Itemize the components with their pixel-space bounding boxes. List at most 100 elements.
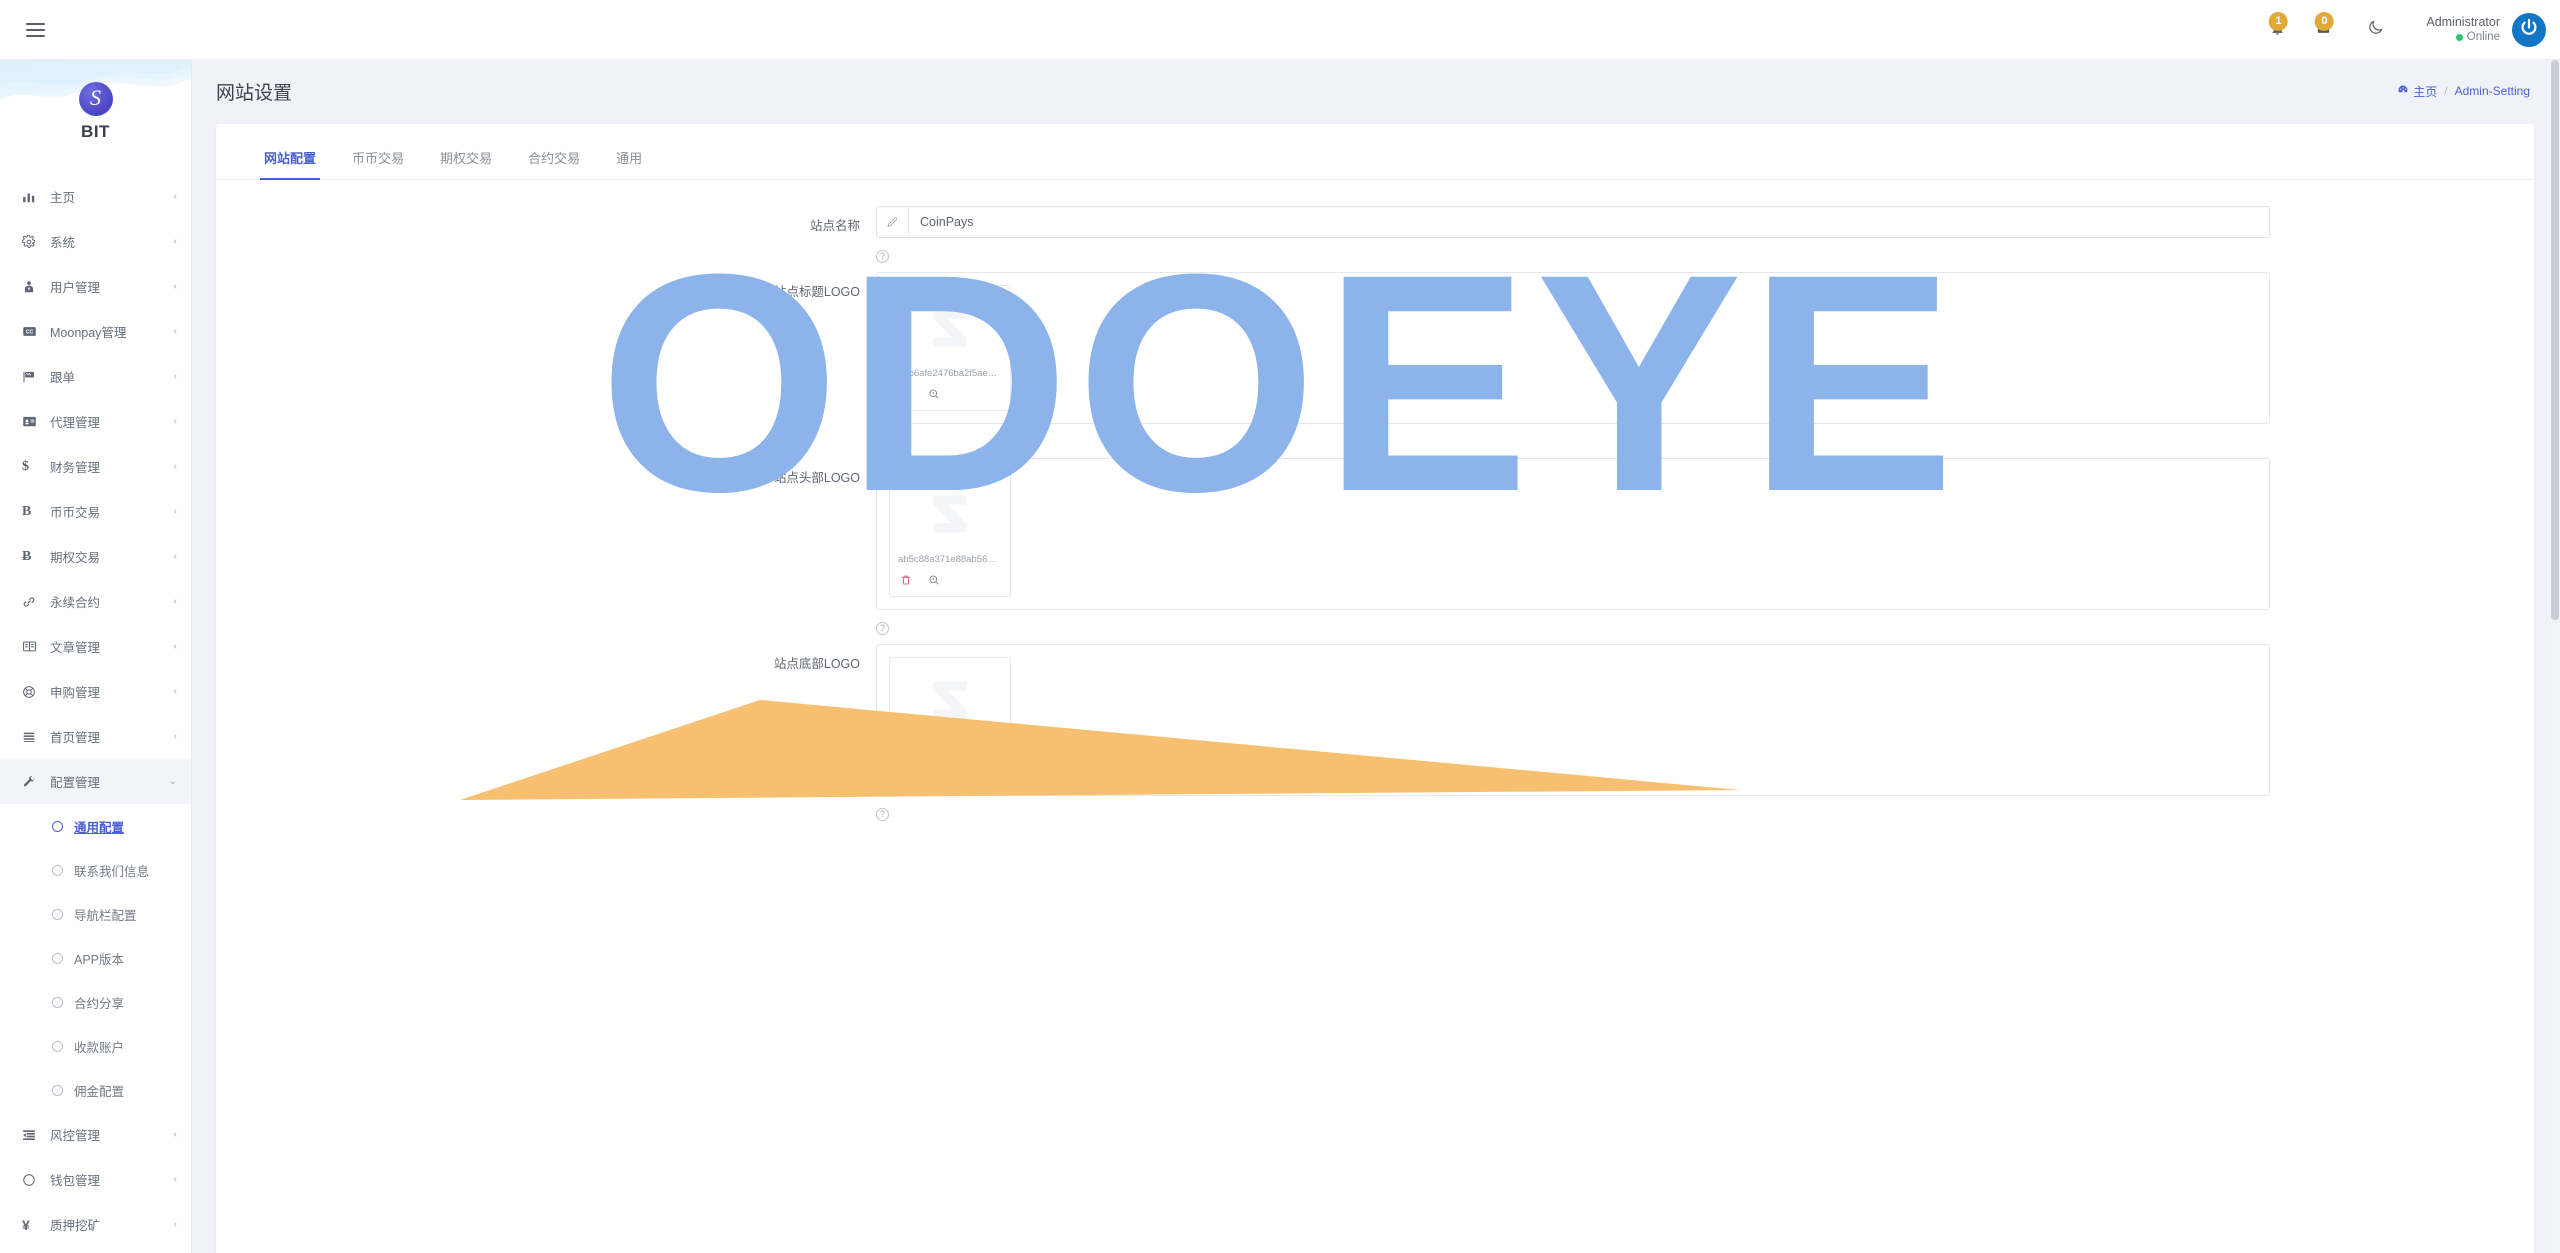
sidebar-subitem-contact-us[interactable]: 联系我们信息 [0,848,191,892]
sidebar-item-homepage-management[interactable]: 首页管理 ‹ [0,714,191,759]
chevron-right-icon: ‹ [173,236,177,247]
sidebar-item-config-management[interactable]: 配置管理 ⌄ [0,759,191,804]
sidebar-subitem-commission-config[interactable]: 佣金配置 [0,1068,191,1112]
chevron-right-icon: ‹ [173,551,177,562]
page-scrollbar[interactable] [2550,60,2560,1253]
sidebar-item-customer-service[interactable]: 客服 ‹ [0,1247,191,1253]
breadcrumb-home-link[interactable]: 主页 [2397,83,2437,100]
user-name: Administrator [2426,14,2500,29]
sidebar-item-perpetual-contract[interactable]: 永续合约 ‹ [0,579,191,624]
circle-icon [52,820,63,832]
flag-icon [22,370,42,384]
tab-options-trading[interactable]: 期权交易 [422,148,510,179]
sidebar-subitem-payment-account[interactable]: 收款账户 [0,1024,191,1068]
newspaper-icon [22,639,42,654]
risk-icon [22,1128,42,1142]
form-row-header-logo: 站点头部LOGO ab5c88a371e88ab5640567… [216,458,2534,640]
header-logo-upload-box[interactable]: ab5c88a371e88ab5640567… [876,458,2270,610]
sidebar-item-agent-management[interactable]: 代理管理 ‹ [0,399,191,444]
help-circle-icon[interactable]: ? [876,807,889,821]
title-logo-upload-box[interactable]: e9b6afe2476ba2f5aeb6b69… [876,272,2270,424]
sidebar-item-staking-mining[interactable]: ¥ 质押挖矿 ‹ [0,1202,191,1247]
trash-icon[interactable] [900,574,912,588]
trash-icon[interactable] [900,760,912,774]
chevron-right-icon: ‹ [173,326,177,337]
sidebar-item-options-trading[interactable]: Ƀ 期权交易 ‹ [0,534,191,579]
title-logo-filename: e9b6afe2476ba2f5aeb6b69… [898,368,1002,379]
help-circle-icon[interactable]: ? [876,435,889,449]
scrollbar-thumb[interactable] [2551,60,2559,620]
header-logo-label: 站点头部LOGO [773,471,860,485]
user-status: Online [2426,30,2500,44]
circle-icon [52,908,63,920]
chevron-right-icon: ‹ [173,596,177,607]
sidebar-item-system[interactable]: 系统 ‹ [0,219,191,264]
top-bar: 1 0 Administrator Online [0,0,2560,60]
notifications-button[interactable]: 1 [2254,0,2300,60]
help-circle-icon[interactable]: ? [876,249,889,263]
sidebar-subitem-label: APP版本 [74,952,125,967]
sidebar-item-moonpay[interactable]: CC Moonpay管理 ‹ [0,309,191,354]
sidebar-item-label: 主页 [50,191,76,205]
sidebar-item-label: 配置管理 [50,776,101,790]
site-name-input[interactable] [909,207,2269,237]
sidebar-item-copy-trading[interactable]: 跟单 ‹ [0,354,191,399]
hamburger-line [25,34,45,37]
title-logo-helper-row: ? [876,424,2270,454]
sidebar-item-label: 首页管理 [50,731,101,745]
svg-text:CC: CC [26,330,34,336]
site-settings-form: 站点名称 ? 站点标题LOGO [216,180,2534,826]
sidebar: S BIT 主页 ‹ 系统 ‹ 用户管理 ‹ CC Moonpay管理 ‹ 跟单… [0,60,192,1253]
sidebar-item-finance[interactable]: $ 财务管理 ‹ [0,444,191,489]
chart-bars-icon [22,190,42,204]
tab-contract-trading[interactable]: 合约交易 [510,148,598,179]
footer-logo-control: 863a57829e383f20de06bf5… [876,644,2534,826]
zoom-in-icon[interactable] [928,760,940,774]
site-name-input-wrap[interactable] [876,206,2270,238]
sidebar-item-label: 用户管理 [50,281,101,295]
brand-name: BIT [81,122,110,141]
footer-logo-thumb[interactable]: 863a57829e383f20de06bf5… [889,657,1011,783]
form-row-title-logo: 站点标题LOGO e9b6afe2476ba2f5aeb6b69… [216,272,2534,454]
title-logo-label: 站点标题LOGO [773,285,860,299]
tab-label: 网站配置 [264,151,317,166]
sidebar-subitem-navbar-config[interactable]: 导航栏配置 [0,892,191,936]
zoom-in-icon[interactable] [928,574,940,588]
footer-logo-upload-box[interactable]: 863a57829e383f20de06bf5… [876,644,2270,796]
sidebar-item-subscription-management[interactable]: 申购管理 ‹ [0,669,191,714]
form-row-site-name: 站点名称 ? [216,206,2534,268]
sidebar-subitem-app-version[interactable]: APP版本 [0,936,191,980]
sidebar-item-spot-trading[interactable]: B 币币交易 ‹ [0,489,191,534]
messages-button[interactable]: 0 [2300,0,2346,60]
avatar[interactable] [2512,12,2546,47]
zoom-in-icon[interactable] [928,388,940,402]
user-menu-button[interactable]: Administrator Online [2426,12,2546,47]
sidebar-toggle-button[interactable] [18,13,52,47]
sidebar-item-home[interactable]: 主页 ‹ [0,174,191,219]
moon-icon [2367,19,2384,41]
header-logo-filename: ab5c88a371e88ab5640567… [898,554,1002,565]
header-logo-control: ab5c88a371e88ab5640567… [876,458,2534,640]
tab-site-config[interactable]: 网站配置 [246,148,334,180]
chevron-right-icon: ‹ [173,1174,177,1185]
settings-card: 网站配置 币币交易 期权交易 合约交易 通用 站点名称 ? [216,124,2534,1253]
sidebar-subitem-contract-share[interactable]: 合约分享 [0,980,191,1024]
sidebar-item-article-management[interactable]: 文章管理 ‹ [0,624,191,669]
title-logo-thumb[interactable]: e9b6afe2476ba2f5aeb6b69… [889,285,1011,411]
hamburger-line [25,28,45,31]
trash-icon[interactable] [900,388,912,402]
header-logo-thumb[interactable]: ab5c88a371e88ab5640567… [889,471,1011,597]
help-circle-icon[interactable]: ? [876,621,889,635]
theme-toggle-button[interactable] [2352,0,2398,60]
sidebar-item-user-management[interactable]: 用户管理 ‹ [0,264,191,309]
footer-logo-label: 站点底部LOGO [773,657,860,671]
tab-general[interactable]: 通用 [598,148,660,179]
sidebar-item-wallet-management[interactable]: 钱包管理 ‹ [0,1157,191,1202]
sidebar-subitem-general-config[interactable]: 通用配置 [0,804,191,848]
tab-label: 期权交易 [440,151,493,166]
tab-spot-trading[interactable]: 币币交易 [334,148,422,179]
chevron-right-icon: ‹ [173,281,177,292]
breadcrumb-current: Admin-Setting [2454,84,2530,98]
circle-icon [52,996,63,1008]
sidebar-item-risk-management[interactable]: 风控管理 ‹ [0,1112,191,1157]
